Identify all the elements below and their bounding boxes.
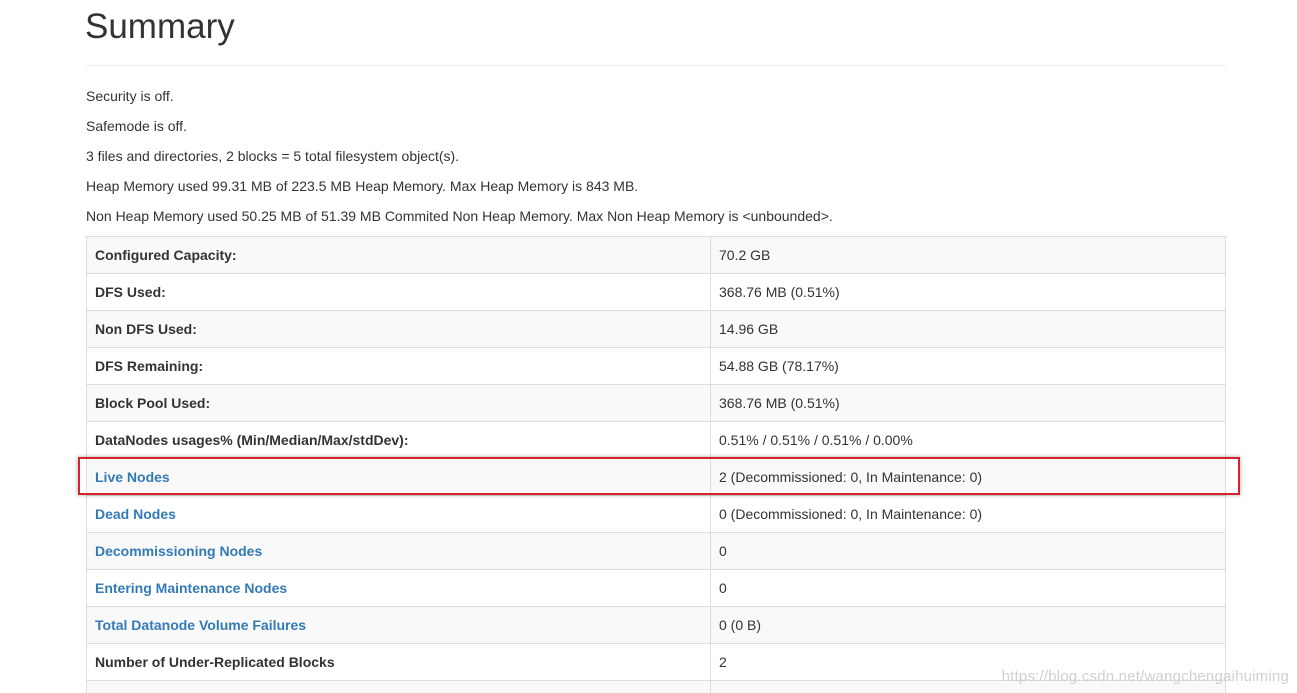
entering-maintenance-nodes-value: 0 bbox=[710, 569, 1226, 607]
filesystem-objects-info: 3 files and directories, 2 blocks = 5 to… bbox=[86, 148, 460, 164]
table-row: Non DFS Used: 14.96 GB bbox=[86, 310, 1226, 348]
dfs-remaining-label: DFS Remaining: bbox=[86, 347, 711, 385]
table-row: Dead Nodes 0 (Decommissioned: 0, In Main… bbox=[86, 495, 1226, 533]
live-nodes-link[interactable]: Live Nodes bbox=[95, 469, 170, 485]
configured-capacity-label: Configured Capacity: bbox=[86, 236, 711, 274]
watermark-text: https://blog.csdn.net/wangchengaihuiming bbox=[1001, 668, 1289, 685]
datanodes-usages-value: 0.51% / 0.51% / 0.51% / 0.00% bbox=[710, 421, 1226, 459]
block-pool-used-value: 368.76 MB (0.51%) bbox=[710, 384, 1226, 422]
volume-failures-value: 0 (0 B) bbox=[710, 606, 1226, 644]
configured-capacity-value: 70.2 GB bbox=[710, 236, 1226, 274]
dfs-used-value: 368.76 MB (0.51%) bbox=[710, 273, 1226, 311]
decommissioning-nodes-value: 0 bbox=[710, 532, 1226, 570]
safemode-status: Safemode is off. bbox=[86, 118, 187, 134]
table-row: DFS Remaining: 54.88 GB (78.17%) bbox=[86, 347, 1226, 385]
heap-memory-info: Heap Memory used 99.31 MB of 223.5 MB He… bbox=[86, 178, 639, 194]
table-row: DataNodes usages% (Min/Median/Max/stdDev… bbox=[86, 421, 1226, 459]
title-divider bbox=[86, 65, 1226, 66]
table-row: Decommissioning Nodes 0 bbox=[86, 532, 1226, 570]
table-row: Configured Capacity: 70.2 GB bbox=[86, 236, 1226, 274]
volume-failures-link[interactable]: Total Datanode Volume Failures bbox=[95, 617, 306, 633]
table-row: DFS Used: 368.76 MB (0.51%) bbox=[86, 273, 1226, 311]
table-row: Live Nodes 2 (Decommissioned: 0, In Main… bbox=[86, 458, 1226, 496]
page-title: Summary bbox=[85, 7, 235, 46]
dead-nodes-value: 0 (Decommissioned: 0, In Maintenance: 0) bbox=[710, 495, 1226, 533]
entering-maintenance-nodes-link[interactable]: Entering Maintenance Nodes bbox=[95, 580, 287, 596]
non-heap-memory-info: Non Heap Memory used 50.25 MB of 51.39 M… bbox=[86, 208, 833, 224]
dfs-remaining-value: 54.88 GB (78.17%) bbox=[710, 347, 1226, 385]
volume-failures-cell: Total Datanode Volume Failures bbox=[86, 606, 711, 644]
block-pool-used-label: Block Pool Used: bbox=[86, 384, 711, 422]
decommissioning-nodes-link[interactable]: Decommissioning Nodes bbox=[95, 543, 262, 559]
cut-off-row-label bbox=[86, 680, 711, 693]
live-nodes-cell: Live Nodes bbox=[86, 458, 711, 496]
table-row: Total Datanode Volume Failures 0 (0 B) bbox=[86, 606, 1226, 644]
summary-page: Summary Security is off. Safemode is off… bbox=[0, 0, 1297, 693]
decommissioning-nodes-cell: Decommissioning Nodes bbox=[86, 532, 711, 570]
dead-nodes-cell: Dead Nodes bbox=[86, 495, 711, 533]
datanodes-usages-label: DataNodes usages% (Min/Median/Max/stdDev… bbox=[86, 421, 711, 459]
dfs-used-label: DFS Used: bbox=[86, 273, 711, 311]
entering-maintenance-nodes-cell: Entering Maintenance Nodes bbox=[86, 569, 711, 607]
non-dfs-used-value: 14.96 GB bbox=[710, 310, 1226, 348]
security-status: Security is off. bbox=[86, 88, 174, 104]
under-replicated-blocks-label: Number of Under-Replicated Blocks bbox=[86, 643, 711, 681]
dead-nodes-link[interactable]: Dead Nodes bbox=[95, 506, 176, 522]
summary-table: Configured Capacity: 70.2 GB DFS Used: 3… bbox=[86, 236, 1226, 693]
live-nodes-value: 2 (Decommissioned: 0, In Maintenance: 0) bbox=[710, 458, 1226, 496]
table-row: Block Pool Used: 368.76 MB (0.51%) bbox=[86, 384, 1226, 422]
non-dfs-used-label: Non DFS Used: bbox=[86, 310, 711, 348]
table-row: Entering Maintenance Nodes 0 bbox=[86, 569, 1226, 607]
